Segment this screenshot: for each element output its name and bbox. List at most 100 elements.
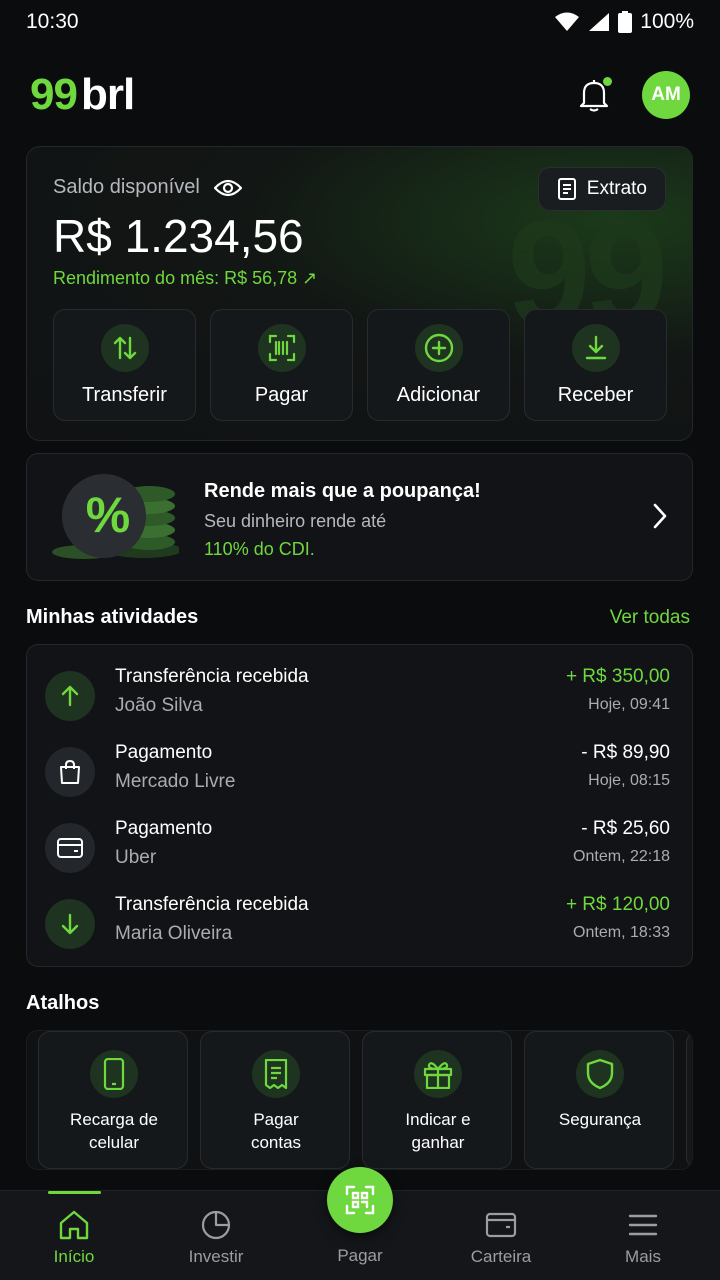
balance-label-text: Saldo disponível <box>53 176 200 198</box>
activity-subtitle: João Silva <box>115 695 203 716</box>
shortcut-refer[interactable]: Indicar e ganhar <box>362 1031 512 1169</box>
pay-qr-button[interactable] <box>327 1167 393 1233</box>
pay-label: Pagar <box>254 383 309 406</box>
notification-dot <box>603 77 612 86</box>
shortcut-security[interactable]: Segurança <box>524 1031 674 1169</box>
status-bar: 10:30 100% <box>0 0 720 44</box>
nav-label: Carteira <box>470 1247 532 1266</box>
phone-icon <box>90 1050 138 1098</box>
card-icon <box>45 823 95 873</box>
activity-time: Hoje, 08:15 <box>588 772 670 789</box>
list-item[interactable]: Transferência recebida João Silva + R$ 3… <box>45 666 670 726</box>
pie-chart-icon <box>198 1207 234 1243</box>
activity-title: Pagamento <box>115 742 213 763</box>
promo-banner[interactable]: % Rende mais que a poupança! Seu dinheir… <box>26 453 693 581</box>
activity-subtitle: Maria Oliveira <box>115 923 233 944</box>
nav-label: Início <box>53 1247 95 1266</box>
promo-highlight: 110% do CDI. <box>204 539 315 559</box>
activity-amount: - R$ 25,60 <box>581 818 670 839</box>
arrow-up-icon <box>45 671 95 721</box>
shortcuts-title: Atalhos <box>26 992 100 1014</box>
activity-time: Ontem, 22:18 <box>573 848 670 865</box>
status-icons: 100% <box>554 10 694 34</box>
balance-label: Saldo disponível <box>53 176 242 199</box>
active-indicator <box>48 1191 101 1194</box>
activity-title: Transferência recebida <box>115 666 309 687</box>
nav-label: Investir <box>188 1247 244 1266</box>
avatar[interactable]: AM <box>642 71 690 119</box>
transfer-button[interactable]: Transferir <box>53 309 196 421</box>
shortcut-label: Segurança <box>558 1110 642 1129</box>
activity-subtitle: Uber <box>115 847 157 868</box>
receive-button[interactable]: Receber <box>524 309 667 421</box>
activity-time: Hoje, 09:41 <box>588 696 670 713</box>
pay-button[interactable]: Pagar <box>210 309 353 421</box>
activity-title: Transferência recebida <box>115 894 309 915</box>
balance-value: R$ 1.234,56 <box>53 210 304 262</box>
app-header: 99 brl AM <box>30 70 690 120</box>
see-all-link[interactable]: Ver todas <box>610 607 690 629</box>
activities-title: Minhas atividades <box>26 606 199 628</box>
statement-label: Extrato <box>586 178 647 199</box>
barcode-scan-icon <box>257 323 306 372</box>
status-time: 10:30 <box>26 10 79 33</box>
receipt-icon <box>252 1050 300 1098</box>
add-button[interactable]: Adicionar <box>367 309 510 421</box>
nav-home[interactable]: Início <box>14 1191 134 1280</box>
list-item[interactable]: Transferência recebida Maria Oliveira + … <box>45 894 670 954</box>
logo: 99 brl <box>30 70 135 120</box>
shortcut-phone-recharge[interactable]: Recarga de celular <box>38 1031 188 1169</box>
receive-label: Receber <box>557 383 634 406</box>
promo-title: Rende mais que a poupança! <box>204 480 481 502</box>
notification-bell-icon[interactable] <box>574 75 614 115</box>
add-label: Adicionar <box>396 383 481 406</box>
wifi-icon <box>555 12 580 31</box>
promo-subtitle: Seu dinheiro rende até <box>204 511 387 531</box>
wallet-icon <box>483 1207 519 1243</box>
qr-code-icon <box>345 1185 375 1215</box>
nav-invest[interactable]: Investir <box>156 1191 276 1280</box>
shopping-bag-icon <box>45 747 95 797</box>
shortcut-label: Recarga de celular <box>70 1110 158 1152</box>
activity-subtitle: Mercado Livre <box>115 771 236 792</box>
battery-level: 100% <box>640 10 694 33</box>
shortcut-pay-bills[interactable]: Pagar contas <box>200 1031 350 1169</box>
transfer-arrows-icon <box>100 323 149 372</box>
month-yield: Rendimento do mês: R$ 56,78 ↗ <box>53 268 318 288</box>
transfer-label: Transferir <box>82 383 167 406</box>
shortcut-more-partial[interactable] <box>686 1031 692 1169</box>
list-item[interactable]: Pagamento Uber - R$ 25,60 Ontem, 22:18 <box>45 818 670 878</box>
balance-card: 99 Saldo disponível Extrato R$ 1.234,56 … <box>26 146 693 441</box>
battery-icon <box>618 11 633 33</box>
plus-circle-icon <box>414 323 463 372</box>
statement-button[interactable]: Extrato <box>537 167 666 211</box>
shortcut-label: Pagar contas <box>250 1110 302 1152</box>
activity-amount: - R$ 89,90 <box>581 742 670 763</box>
document-icon <box>557 178 576 200</box>
menu-icon <box>625 1207 661 1243</box>
quick-actions: Transferir Pagar Adicionar Receber <box>53 309 668 421</box>
percent-badge: % <box>85 487 131 543</box>
shield-icon <box>576 1050 624 1098</box>
nav-more[interactable]: Mais <box>583 1191 703 1280</box>
nav-label: Mais <box>625 1247 661 1266</box>
nav-wallet[interactable]: Carteira <box>441 1191 561 1280</box>
nav-pay-label: Pagar <box>337 1246 383 1265</box>
activity-list: Transferência recebida João Silva + R$ 3… <box>26 644 693 967</box>
eye-icon[interactable] <box>213 178 242 198</box>
signal-icon <box>589 13 610 31</box>
arrow-down-icon <box>45 899 95 949</box>
activity-title: Pagamento <box>115 818 213 839</box>
gift-icon <box>414 1050 462 1098</box>
list-item[interactable]: Pagamento Mercado Livre - R$ 89,90 Hoje,… <box>45 742 670 802</box>
shortcuts-carousel[interactable]: Recarga de celular Pagar contas Indicar … <box>26 1030 693 1170</box>
chevron-right-icon <box>653 503 667 529</box>
logo-number: 99 <box>30 70 78 119</box>
activity-time: Ontem, 18:33 <box>573 924 670 941</box>
shortcut-label: Indicar e ganhar <box>405 1110 471 1152</box>
download-icon <box>571 323 620 372</box>
activity-amount: + R$ 350,00 <box>565 666 670 687</box>
logo-text: brl <box>80 70 135 119</box>
activity-amount: + R$ 120,00 <box>565 894 670 915</box>
home-icon <box>56 1207 92 1243</box>
